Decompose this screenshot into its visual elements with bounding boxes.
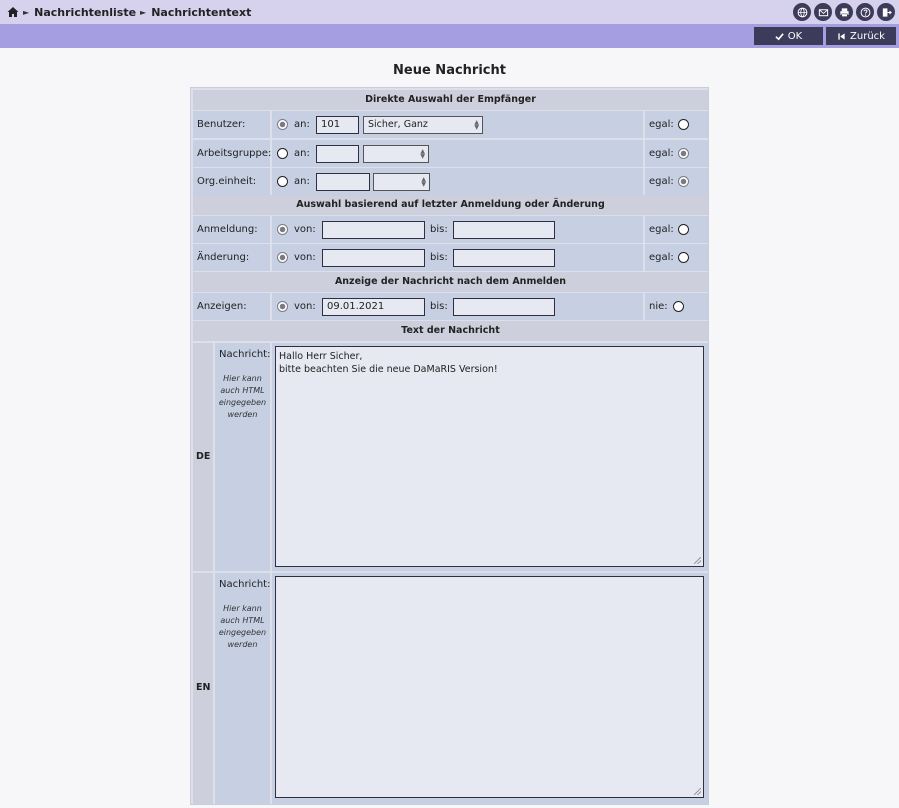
change-von-label: von:: [294, 252, 316, 263]
login-egal-radio[interactable]: [678, 224, 689, 235]
user-select[interactable]: Sicher, Ganz ▲ ▼: [363, 116, 483, 134]
display-to-input[interactable]: [453, 298, 555, 316]
logout-icon[interactable]: [877, 3, 895, 21]
action-bar: OK Zurück: [0, 24, 899, 48]
message-de-cell: Hallo Herr Sicher, bitte beachten Sie di…: [272, 343, 708, 571]
ok-button[interactable]: OK: [754, 27, 823, 45]
display-nie-radio[interactable]: [673, 301, 684, 312]
message-de-label-cell: Nachricht: Hier kann auch HTML eingegebe…: [215, 343, 270, 571]
login-von-label: von:: [294, 224, 316, 235]
workgroup-select[interactable]: ▲ ▼: [363, 145, 429, 163]
message-de-textarea[interactable]: Hallo Herr Sicher, bitte beachten Sie di…: [275, 346, 704, 567]
select-arrows-icon: ▲ ▼: [420, 148, 425, 160]
section-header-activity: Auswahl basierend auf letzter Anmeldung …: [193, 195, 708, 215]
display-bis-label: bis:: [430, 301, 448, 312]
ok-button-label: OK: [787, 30, 803, 42]
change-bis-label: bis:: [430, 252, 448, 263]
workgroup-label: Arbeitsgruppe:: [197, 148, 272, 159]
workgroup-egal-label: egal:: [649, 148, 674, 159]
orgunit-select[interactable]: ▲ ▼: [373, 173, 430, 191]
orgunit-an-label: an:: [294, 176, 310, 187]
row-change: Änderung: von: bis: egal:: [193, 244, 708, 271]
help-icon[interactable]: [856, 3, 874, 21]
display-von-label: von:: [294, 301, 316, 312]
orgunit-label: Org.einheit:: [197, 176, 257, 187]
user-an-radio[interactable]: [277, 119, 288, 130]
back-button-label: Zurück: [850, 30, 885, 42]
top-icon-group: [793, 3, 895, 21]
top-bar: ► Nachrichtenliste ► Nachrichtentext: [0, 0, 899, 24]
login-from-input[interactable]: [322, 221, 425, 239]
login-to-input[interactable]: [453, 221, 555, 239]
change-egal-label: egal:: [649, 252, 674, 263]
message-de-label: Nachricht:: [219, 349, 271, 360]
breadcrumb-separator-icon: ►: [23, 7, 30, 17]
check-icon: [775, 32, 784, 40]
workgroup-an-label: an:: [294, 148, 310, 159]
row-workgroup: Arbeitsgruppe: an: ▲ ▼ egal:: [193, 140, 708, 167]
back-button[interactable]: Zurück: [826, 27, 896, 45]
section-header-display: Anzeige der Nachricht nach dem Anmelden: [193, 272, 708, 292]
workgroup-an-radio[interactable]: [277, 148, 288, 159]
section-header-text: Text der Nachricht: [193, 321, 708, 341]
display-nie-label: nie:: [649, 301, 668, 312]
globe-icon[interactable]: [793, 3, 811, 21]
user-egal-radio[interactable]: [678, 119, 689, 130]
resize-grip-icon[interactable]: [694, 557, 701, 564]
workgroup-egal-radio[interactable]: [678, 148, 689, 159]
user-egal-label: egal:: [649, 119, 674, 130]
message-en-textarea[interactable]: [275, 576, 704, 798]
message-en-cell: [272, 573, 708, 804]
display-from-input[interactable]: 09.01.2021: [322, 298, 425, 316]
display-von-radio[interactable]: [277, 301, 288, 312]
row-orgunit: Org.einheit: an: ▲ ▼ egal:: [193, 168, 708, 195]
select-arrows-icon: ▲ ▼: [474, 119, 479, 131]
message-form: Direkte Auswahl der Empfänger Benutzer: …: [190, 87, 709, 805]
workgroup-id-input[interactable]: [316, 145, 359, 163]
page-title: Neue Nachricht: [393, 63, 506, 78]
change-label: Änderung:: [197, 252, 250, 263]
mail-icon[interactable]: [814, 3, 832, 21]
resize-grip-icon[interactable]: [694, 788, 701, 795]
orgunit-egal-label: egal:: [649, 176, 674, 187]
change-to-input[interactable]: [453, 249, 555, 267]
row-user: Benutzer: an: 101 Sicher, Ganz ▲ ▼ egal:: [193, 111, 708, 138]
breadcrumb: ► Nachrichtenliste ► Nachrichtentext: [7, 5, 251, 19]
change-egal-radio[interactable]: [678, 252, 689, 263]
html-hint: Hier kann auch HTML eingegeben werden: [218, 374, 267, 419]
login-egal-label: egal:: [649, 224, 674, 235]
breadcrumb-item-message-list[interactable]: Nachrichtenliste: [34, 6, 136, 19]
message-en-label: Nachricht:: [219, 579, 271, 590]
message-en-label-cell: Nachricht: Hier kann auch HTML eingegebe…: [215, 573, 270, 804]
breadcrumb-separator-icon: ►: [140, 7, 147, 17]
login-bis-label: bis:: [430, 224, 448, 235]
orgunit-egal-radio[interactable]: [678, 176, 689, 187]
user-an-label: an:: [294, 119, 310, 130]
change-from-input[interactable]: [322, 249, 425, 267]
html-hint: Hier kann auch HTML eingegeben werden: [218, 604, 267, 649]
row-login: Anmeldung: von: bis: egal:: [193, 216, 708, 243]
row-display: Anzeigen: von: 09.01.2021 bis: nie:: [193, 293, 708, 320]
home-icon[interactable]: [7, 6, 19, 18]
change-von-radio[interactable]: [277, 252, 288, 263]
select-arrows-icon: ▲ ▼: [421, 176, 426, 188]
language-label-en: EN: [193, 573, 213, 804]
user-id-input[interactable]: 101: [316, 116, 359, 134]
orgunit-id-input[interactable]: [316, 173, 370, 191]
section-header-recipients: Direkte Auswahl der Empfänger: [193, 90, 708, 110]
user-label: Benutzer:: [197, 119, 246, 130]
login-label: Anmeldung:: [197, 224, 258, 235]
display-label: Anzeigen:: [197, 301, 247, 312]
back-icon: [838, 32, 845, 40]
language-label-de: DE: [193, 343, 213, 571]
breadcrumb-item-message-text: Nachrichtentext: [151, 5, 252, 19]
printer-icon[interactable]: [835, 3, 853, 21]
orgunit-an-radio[interactable]: [277, 176, 288, 187]
login-von-radio[interactable]: [277, 224, 288, 235]
